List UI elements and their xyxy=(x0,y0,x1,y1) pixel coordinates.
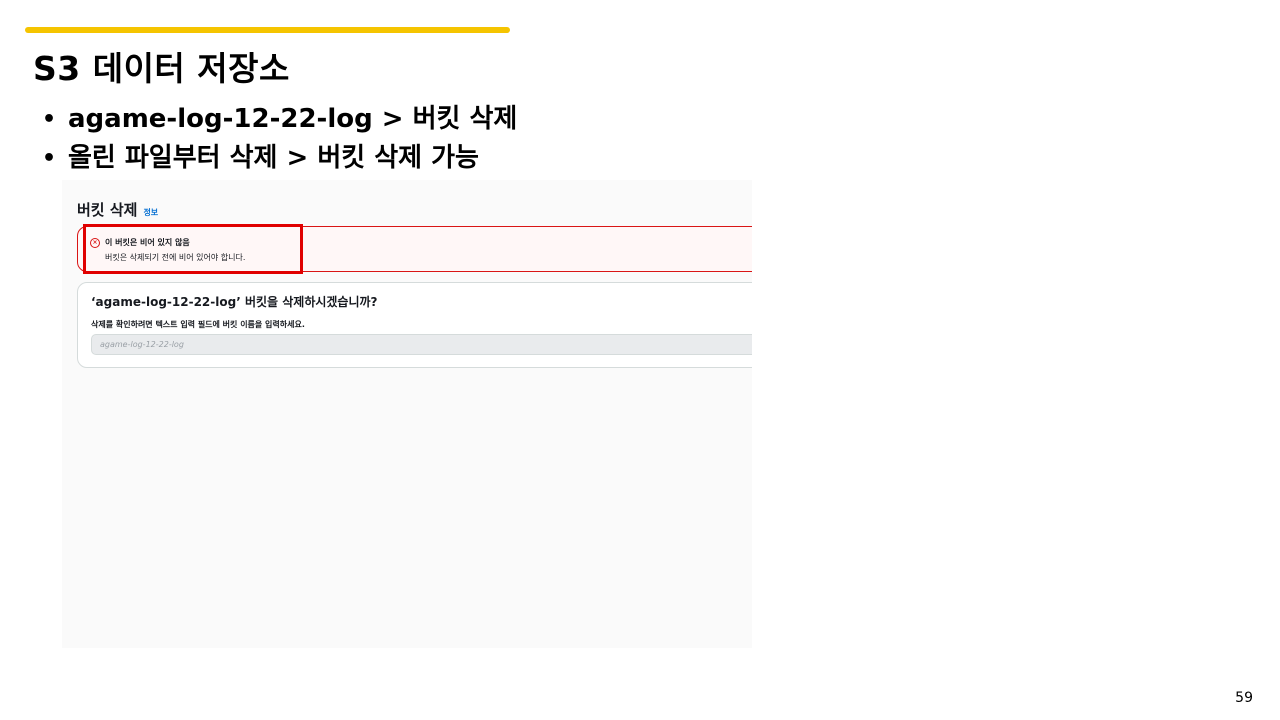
bullet-text: 올린 파일부터 삭제 > 버킷 삭제 가능 xyxy=(68,143,479,173)
bullet-marker: • xyxy=(42,107,57,132)
bullet-item: • agame-log-12-22-log > 버킷 삭제 xyxy=(42,100,517,139)
bullet-text: agame-log-12-22-log > 버킷 삭제 xyxy=(68,104,518,134)
panel-header: 버킷 삭제 정보 xyxy=(77,199,158,220)
info-link[interactable]: 정보 xyxy=(143,207,158,218)
bullet-list: • agame-log-12-22-log > 버킷 삭제 • 올린 파일부터 … xyxy=(42,100,517,178)
bucket-name-input[interactable] xyxy=(91,334,752,355)
delete-confirmation-card: ‘agame-log-12-22-log’ 버킷을 삭제하시겠습니까? 삭제를 … xyxy=(77,282,752,368)
bullet-marker: • xyxy=(42,146,57,171)
confirm-question: ‘agame-log-12-22-log’ 버킷을 삭제하시겠습니까? xyxy=(91,295,378,309)
confirm-instruction: 삭제를 확인하려면 텍스트 입력 필드에 버킷 이름을 입력하세요. xyxy=(91,320,305,329)
slide-title: S3 데이터 저장소 xyxy=(33,49,290,88)
highlight-annotation-box xyxy=(83,224,303,274)
bullet-item: • 올린 파일부터 삭제 > 버킷 삭제 가능 xyxy=(42,139,517,178)
title-accent-bar xyxy=(25,27,510,33)
panel-title: 버킷 삭제 xyxy=(77,201,138,219)
console-screenshot: 버킷 삭제 정보 × 이 버킷은 비어 있지 않음 버킷은 삭제되기 전에 비어… xyxy=(62,180,752,648)
page-number: 59 xyxy=(1235,690,1253,706)
